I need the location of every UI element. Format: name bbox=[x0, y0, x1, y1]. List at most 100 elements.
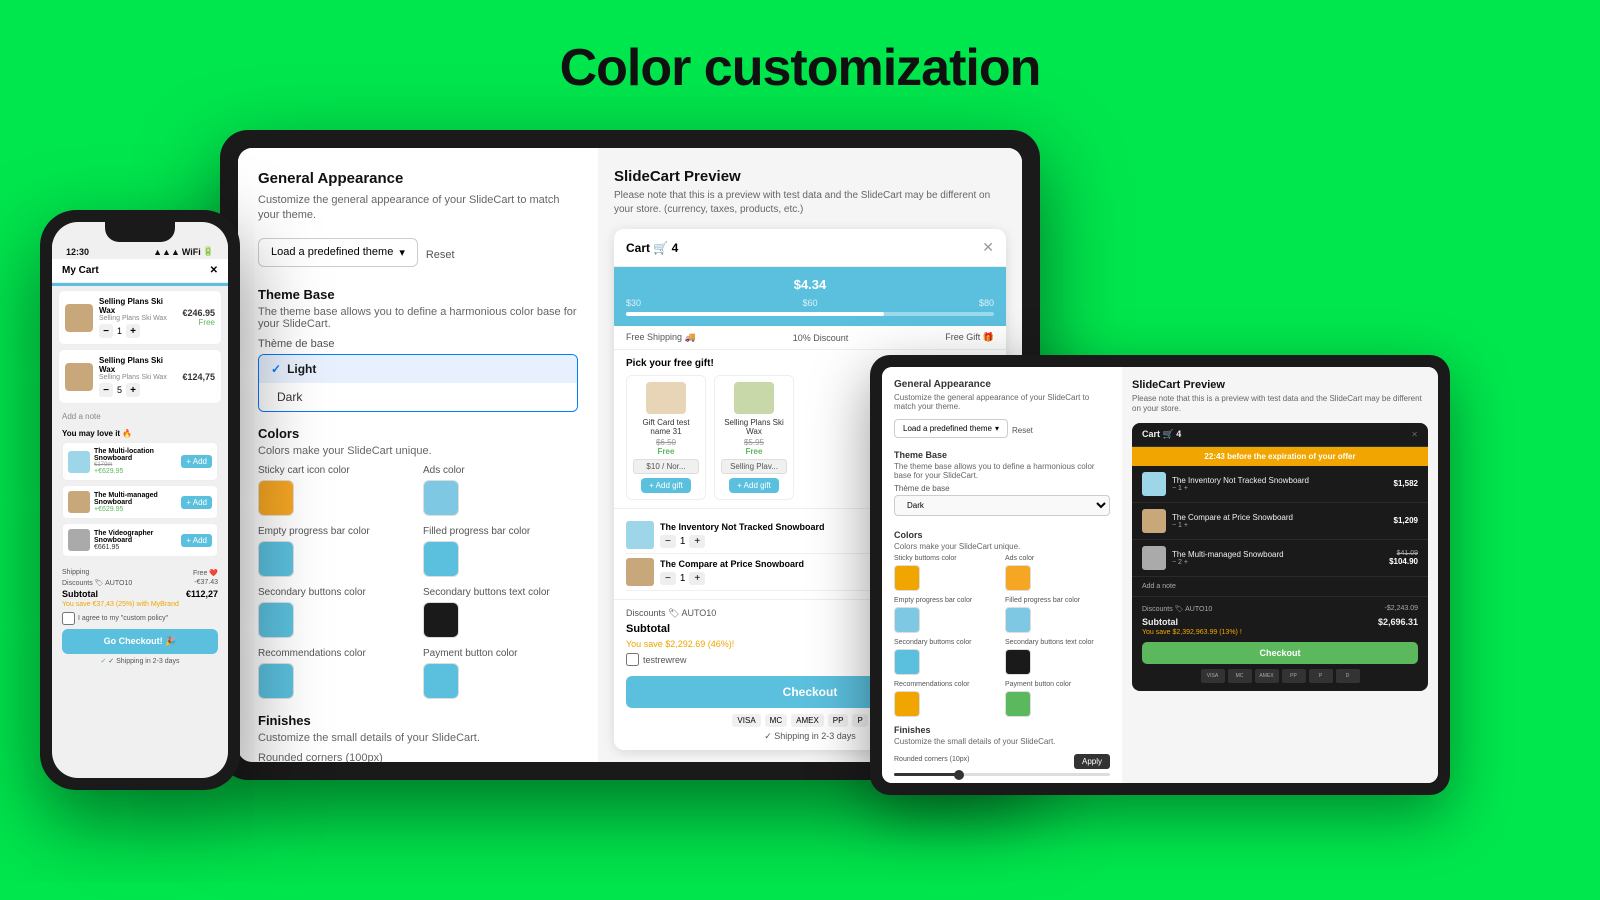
reward-discount: 10% Discount bbox=[793, 332, 849, 343]
sticky-cart-swatch[interactable] bbox=[258, 480, 294, 516]
dark-qty-minus-1[interactable]: − bbox=[1172, 485, 1176, 492]
phone-policy-line: I agree to my "custom policy" bbox=[62, 612, 218, 625]
mc-icon: MC bbox=[765, 714, 787, 727]
cart-qty-plus-2[interactable]: + bbox=[689, 572, 705, 585]
phone-checkout-btn[interactable]: Go Checkout! 🎉 bbox=[62, 629, 218, 654]
payment-btn-swatch[interactable] bbox=[423, 663, 459, 699]
cart-rewards: Free Shipping 🚚 10% Discount Free Gift 🎁 bbox=[614, 326, 1006, 350]
add-gift-btn-2[interactable]: + Add gift bbox=[729, 478, 779, 493]
phone-upsell-3: The Videographer Snowboard €661.95 + Add bbox=[62, 523, 218, 557]
add-gift-btn-1[interactable]: + Add gift bbox=[641, 478, 691, 493]
m2-sticky-swatch[interactable] bbox=[894, 565, 920, 591]
phone-qty-minus-2[interactable]: − bbox=[99, 383, 113, 397]
gift-card-option-2[interactable]: Selling Plav... bbox=[721, 459, 787, 474]
monitor2-theme-label: Thème de base bbox=[894, 484, 1110, 493]
chevron-down-icon: ▾ bbox=[399, 246, 405, 259]
phone-progress-bar bbox=[52, 283, 228, 286]
dark-qty-plus-2[interactable]: + bbox=[1184, 522, 1188, 529]
dark-cart-checkout-btn[interactable]: Checkout bbox=[1142, 642, 1418, 664]
monitor2-finishes-desc: Customize the small details of your Slid… bbox=[894, 737, 1110, 746]
dark-qty-plus-1[interactable]: + bbox=[1184, 485, 1188, 492]
monitor2-apply-btn[interactable]: Apply bbox=[1074, 754, 1110, 769]
phone-add-note[interactable]: Add a note bbox=[52, 408, 228, 425]
secondary-btn-swatch[interactable] bbox=[258, 602, 294, 638]
monitor2-colors-heading: Colors bbox=[894, 530, 1110, 540]
gift-card-option-1[interactable]: $10 / Nor... bbox=[633, 459, 699, 474]
m2-secondary-swatch[interactable] bbox=[894, 649, 920, 675]
monitor2-subtitle: Customize the general appearance of your… bbox=[894, 393, 1110, 411]
monitor2-reset-btn[interactable]: Reset bbox=[1012, 426, 1033, 435]
cart-item-img-1 bbox=[626, 521, 654, 549]
ads-swatch[interactable] bbox=[423, 480, 459, 516]
load-theme-btn[interactable]: Load a predefined theme ▾ bbox=[258, 238, 418, 267]
cart-qty-minus-1[interactable]: − bbox=[660, 535, 676, 548]
second-monitor-screen: General Appearance Customize the general… bbox=[882, 367, 1438, 783]
recommendations-color: Recommendations color bbox=[258, 648, 413, 699]
policy-checkbox[interactable] bbox=[62, 612, 75, 625]
cart-close-btn[interactable]: ✕ bbox=[982, 239, 994, 256]
upsell-add-btn-2[interactable]: + Add bbox=[181, 496, 212, 509]
dark-cart-item-img-2 bbox=[1142, 509, 1166, 533]
dark-visa-icon: VISA bbox=[1201, 669, 1225, 683]
empty-progress-swatch[interactable] bbox=[258, 541, 294, 577]
phone-qty-minus-1[interactable]: − bbox=[99, 324, 113, 338]
colors-heading: Colors bbox=[258, 426, 578, 441]
cart-qty-minus-2[interactable]: − bbox=[660, 572, 676, 585]
dark-qty-plus-3[interactable]: + bbox=[1184, 559, 1188, 566]
upsell-add-btn-1[interactable]: + Add bbox=[181, 455, 212, 468]
filled-progress-swatch[interactable] bbox=[423, 541, 459, 577]
m2-empty-swatch[interactable] bbox=[894, 607, 920, 633]
gift-card-free-2: Free bbox=[721, 447, 787, 456]
reset-btn[interactable]: Reset bbox=[426, 249, 455, 261]
phone-upsell-name-2: The Multi-managed Snowboard +€629.95 bbox=[94, 492, 181, 513]
phone-cart-close-icon[interactable]: ✕ bbox=[210, 265, 218, 276]
dark-p-icon: P bbox=[1309, 669, 1333, 683]
theme-option-light[interactable]: ✓ Light bbox=[259, 355, 577, 383]
dark-cart-qty-2: − 1 + bbox=[1172, 522, 1293, 529]
phone-qty-plus-2[interactable]: + bbox=[126, 383, 140, 397]
progress-track bbox=[626, 312, 994, 316]
pay-icon: P bbox=[852, 714, 867, 727]
m2-recommendations-swatch[interactable] bbox=[894, 691, 920, 717]
upsell-add-btn-3[interactable]: + Add bbox=[181, 534, 212, 547]
phone-product-img-2 bbox=[65, 363, 93, 391]
dark-add-note[interactable]: Add a note bbox=[1132, 577, 1428, 597]
dark-cart-item-info-1: The Inventory Not Tracked Snowboard − 1 … bbox=[1172, 476, 1309, 492]
dark-cart-item-left-2: The Compare at Price Snowboard − 1 + bbox=[1142, 509, 1293, 533]
dark-cart-close-icon[interactable]: ✕ bbox=[1411, 430, 1418, 439]
phone-qty-plus-1[interactable]: + bbox=[126, 324, 140, 338]
theme-dropdown[interactable]: ✓ Light Dark bbox=[258, 354, 578, 412]
monitor2-theme-select[interactable]: Dark bbox=[894, 495, 1110, 516]
preview-note: Please note that this is a preview with … bbox=[614, 189, 1006, 217]
cart-item-info-1: The Inventory Not Tracked Snowboard − 1 … bbox=[660, 522, 825, 548]
preview-title: SlideCart Preview bbox=[614, 168, 1006, 185]
recommendations-swatch[interactable] bbox=[258, 663, 294, 699]
secondary-btn-text-swatch[interactable] bbox=[423, 602, 459, 638]
progress-milestones: $30 $60 $80 bbox=[626, 298, 994, 308]
dark-qty-minus-2[interactable]: − bbox=[1172, 522, 1176, 529]
cart-policy-checkbox[interactable] bbox=[626, 653, 639, 666]
phone-product-price-2: €124,75 bbox=[182, 372, 215, 382]
theme-option-dark[interactable]: Dark bbox=[259, 383, 577, 411]
phone-upsell-section: You may love it 🔥 The Multi-location Sno… bbox=[52, 425, 228, 565]
cart-progress-section: $4.34 $30 $60 $80 bbox=[614, 267, 1006, 326]
cart-qty-val-1: 1 bbox=[680, 536, 686, 547]
dark-qty-minus-3[interactable]: − bbox=[1172, 559, 1176, 566]
gift-card-free-1: Free bbox=[633, 447, 699, 456]
theme-actions: Load a predefined theme ▾ Reset bbox=[258, 238, 578, 273]
dark-mc-icon: MC bbox=[1228, 669, 1252, 683]
monitor2-slider-thumb[interactable] bbox=[954, 770, 964, 780]
m2-ads-swatch[interactable] bbox=[1005, 565, 1031, 591]
m2-payment-swatch[interactable] bbox=[1005, 691, 1031, 717]
monitor2-slider[interactable] bbox=[894, 773, 1110, 776]
monitor2-load-btn[interactable]: Load a predefined theme ▾ bbox=[894, 419, 1008, 438]
m2-secondary-text-color: Secondary buttons text color bbox=[1005, 639, 1110, 675]
m2-filled-swatch[interactable] bbox=[1005, 607, 1031, 633]
cart-qty-val-2: 1 bbox=[680, 573, 686, 584]
phone-product-info-2: Selling Plans Ski Wax Selling Plans Ski … bbox=[99, 356, 176, 397]
monitor2-theme-desc: The theme base allows you to define a ha… bbox=[894, 462, 1110, 480]
cart-progress-amount: $4.34 bbox=[626, 277, 994, 292]
m2-secondary-text-swatch[interactable] bbox=[1005, 649, 1031, 675]
cart-qty-plus-1[interactable]: + bbox=[689, 535, 705, 548]
dark-payment-methods: VISA MC AMEX PP P D bbox=[1142, 669, 1418, 683]
